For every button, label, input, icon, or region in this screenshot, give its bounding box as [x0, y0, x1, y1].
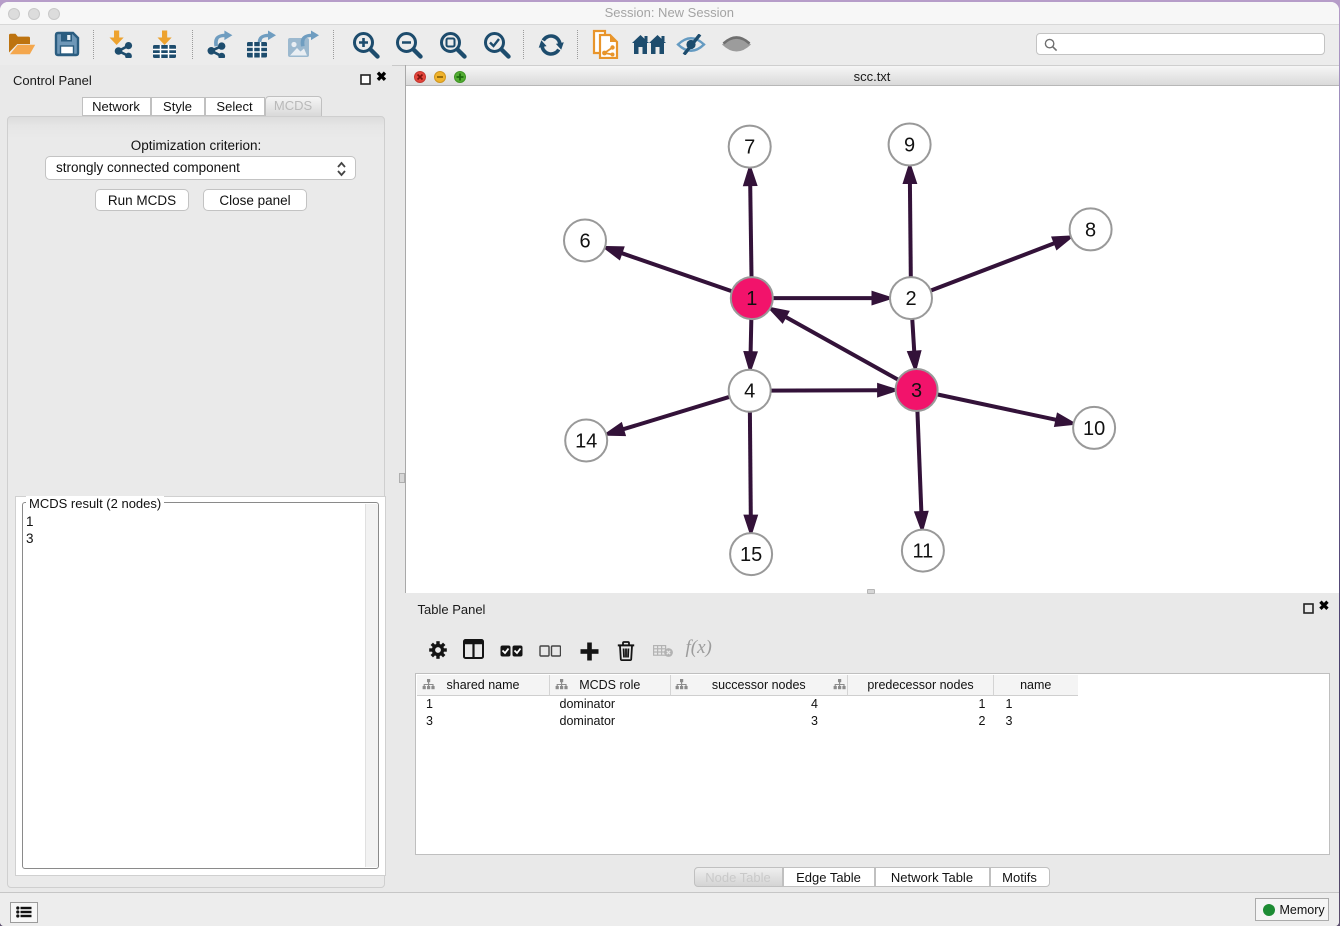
svg-text:6: 6 [579, 231, 590, 253]
svg-text:4: 4 [744, 381, 755, 403]
svg-text:10: 10 [1082, 418, 1104, 440]
svg-text:7: 7 [744, 137, 755, 159]
svg-text:14: 14 [575, 431, 597, 453]
svg-text:9: 9 [904, 135, 915, 157]
svg-text:2: 2 [905, 288, 916, 310]
svg-text:15: 15 [739, 544, 761, 566]
svg-text:1: 1 [746, 288, 757, 310]
svg-text:3: 3 [911, 380, 922, 402]
svg-text:11: 11 [912, 541, 933, 563]
svg-text:8: 8 [1085, 219, 1096, 241]
